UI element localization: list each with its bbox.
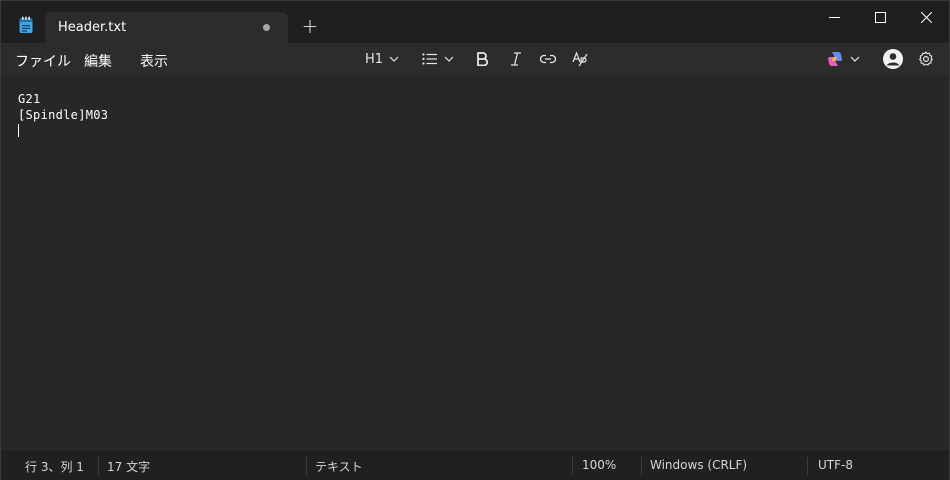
status-divider	[807, 457, 808, 475]
close-icon	[920, 11, 932, 23]
tab-title: Header.txt	[58, 20, 127, 35]
notepad-icon	[19, 16, 33, 33]
list-dropdown[interactable]	[422, 47, 454, 71]
text-editor[interactable]: G21 [Spindle]M03	[1, 75, 949, 449]
cursor-position: 行 3、列 1	[25, 460, 84, 474]
character-count: 17 文字	[107, 460, 151, 474]
settings-button[interactable]	[918, 47, 934, 71]
heading-dropdown[interactable]: H1	[365, 47, 399, 71]
menu-view[interactable]: 表示	[140, 51, 168, 71]
close-button[interactable]	[903, 1, 949, 33]
account-icon	[883, 49, 903, 69]
zoom-level[interactable]: 100%	[582, 458, 616, 472]
bold-icon	[477, 52, 488, 66]
account-button[interactable]	[882, 47, 904, 71]
chevron-down-icon	[389, 56, 399, 62]
copilot-button[interactable]	[826, 47, 860, 71]
line-ending[interactable]: Windows (CRLF)	[650, 458, 747, 472]
editor-line-2: [Spindle]M03	[18, 108, 109, 122]
menu-file[interactable]: ファイル	[15, 51, 71, 71]
link-icon	[540, 54, 556, 64]
format-indicator[interactable]: テキスト	[315, 458, 363, 475]
heading-label: H1	[365, 51, 384, 67]
status-bar: 行 3、列 1 17 文字 テキスト 100% Windows (CRLF) U…	[1, 449, 949, 480]
status-divider	[306, 457, 307, 475]
clear-formatting-icon	[572, 51, 588, 67]
minimize-icon	[828, 16, 840, 18]
bold-button[interactable]	[476, 47, 488, 71]
settings-icon	[919, 51, 933, 66]
link-button[interactable]	[540, 47, 556, 71]
chevron-down-icon	[444, 56, 454, 62]
new-tab-icon[interactable]: +	[299, 15, 321, 37]
tab-modified-dot[interactable]	[263, 24, 270, 31]
text-caret	[18, 124, 19, 137]
status-divider	[641, 457, 642, 475]
encoding[interactable]: UTF-8	[818, 458, 853, 472]
chevron-down-icon	[850, 56, 860, 62]
editor-line-1: G21	[18, 92, 41, 106]
copilot-icon	[828, 52, 842, 66]
notepad-window: Header.txt + ファイル 編集 表示 H1 G21 [Spindle]…	[0, 0, 950, 480]
clear-formatting-button[interactable]	[572, 47, 588, 71]
status-divider	[98, 457, 99, 475]
maximize-icon	[874, 11, 886, 23]
maximize-button[interactable]	[857, 1, 903, 33]
minimize-button[interactable]	[811, 1, 857, 33]
menu-bar: ファイル 編集 表示 H1	[1, 43, 949, 75]
italic-button[interactable]	[510, 47, 522, 71]
status-divider	[572, 457, 573, 475]
italic-icon	[511, 52, 521, 66]
bullet-list-icon	[422, 53, 437, 65]
menu-edit[interactable]: 編集	[84, 51, 112, 71]
title-bar: Header.txt +	[1, 1, 949, 43]
tab-header-txt[interactable]: Header.txt	[45, 12, 288, 43]
